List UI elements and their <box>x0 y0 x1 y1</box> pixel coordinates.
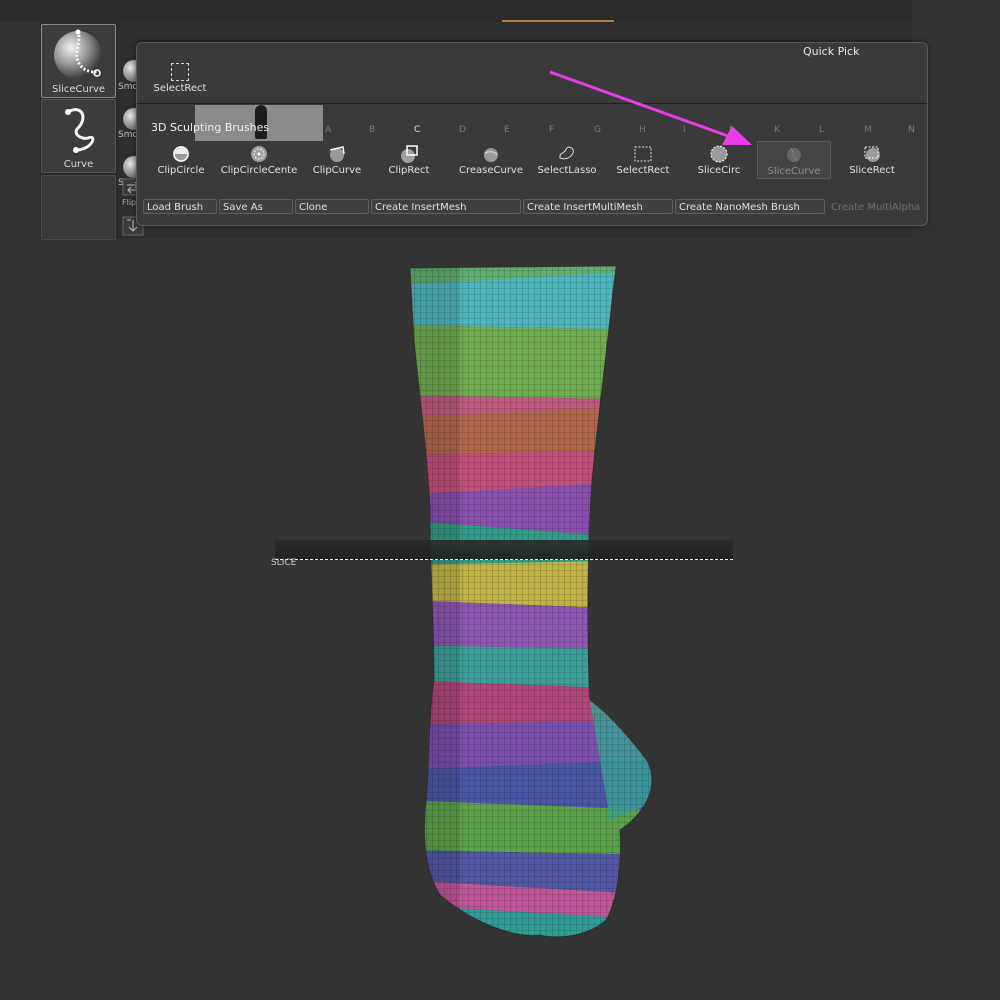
slice-label: SLICE <box>271 558 297 568</box>
forearm-mesh-model <box>409 265 653 938</box>
slice-curve-bar <box>275 540 733 560</box>
slice-line <box>275 559 733 560</box>
